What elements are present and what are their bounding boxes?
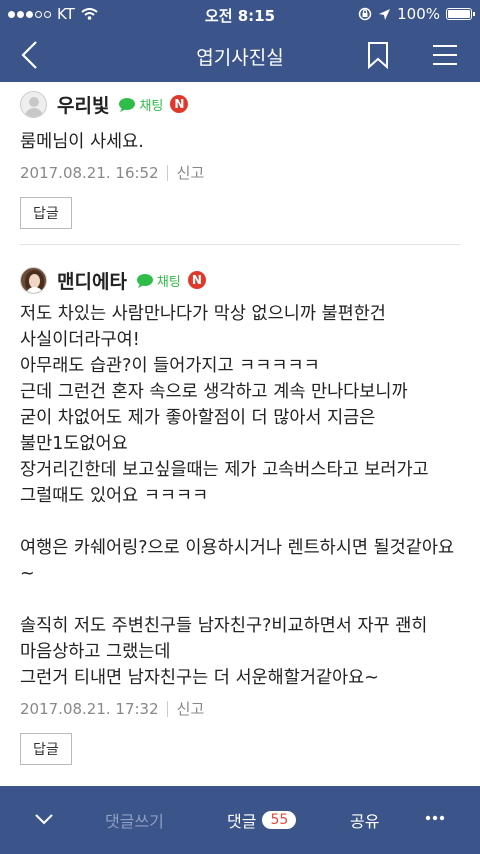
report-link[interactable]: 신고	[177, 162, 205, 183]
chat-label: 채팅	[139, 98, 164, 114]
status-bar: KT 오전 8:15 100%	[0, 0, 480, 28]
nav-bar: 엽기사진실	[0, 28, 480, 82]
reply-button[interactable]: 답글	[20, 733, 72, 765]
comment-text: 저도 차있는 사람만나다가 막상 없으니까 불편한건 사실이더라구여! 아무래도…	[20, 304, 455, 688]
comments-label: 댓글	[227, 812, 257, 831]
chat-icon	[119, 97, 136, 112]
meta-divider	[166, 164, 168, 181]
page-title: 엽기사진실	[196, 47, 284, 69]
chat-button[interactable]: 채팅	[118, 95, 163, 114]
comment-author-row: 우리빛 채팅 N	[20, 89, 460, 119]
chat-label: 채팅	[156, 274, 181, 290]
chevron-down-icon[interactable]	[34, 812, 54, 826]
avatar[interactable]	[20, 90, 47, 118]
author-name[interactable]: 우리빛	[57, 91, 109, 118]
comment-author-row: 맨디에타 채팅 N	[20, 265, 460, 295]
comment-date: 2017.08.21. 17:32	[20, 699, 159, 718]
chat-icon	[136, 273, 153, 288]
write-comment-button[interactable]: 댓글쓰기	[105, 808, 164, 832]
comments-button[interactable]: 댓글 55	[227, 808, 297, 832]
comment-count-badge: 55	[262, 811, 297, 829]
comment-text: 룸메님이 사세요.	[20, 132, 144, 152]
comment-divider	[20, 244, 460, 245]
location-icon	[379, 8, 391, 20]
menu-icon[interactable]	[432, 43, 458, 67]
battery-icon	[446, 8, 475, 20]
more-icon[interactable]	[425, 815, 445, 821]
author-name[interactable]: 맨디에타	[57, 267, 127, 294]
comment-list: 우리빛 채팅 N 룸메님이 사세요. 2017.08.21. 16:52 신고 …	[0, 82, 480, 786]
bottom-toolbar: 댓글쓰기 댓글 55 공유	[0, 786, 480, 854]
rotation-lock-icon	[358, 7, 372, 21]
meta-divider	[166, 700, 168, 717]
comment-meta: 2017.08.21. 17:32 신고	[20, 698, 460, 719]
battery-label: 100%	[397, 5, 440, 23]
share-button[interactable]: 공유	[350, 808, 379, 832]
chat-button[interactable]: 채팅	[136, 271, 181, 290]
avatar[interactable]	[20, 266, 47, 294]
new-badge: N	[170, 95, 189, 113]
bookmark-icon[interactable]	[365, 41, 391, 69]
comment-meta: 2017.08.21. 16:52 신고	[20, 162, 460, 183]
report-link[interactable]: 신고	[177, 698, 205, 719]
new-badge: N	[187, 271, 206, 289]
comment-date: 2017.08.21. 16:52	[20, 163, 159, 182]
reply-button[interactable]: 답글	[20, 197, 72, 229]
comment-item: 우리빛 채팅 N 룸메님이 사세요. 2017.08.21. 16:52 신고 …	[20, 89, 460, 229]
comment-item: 맨디에타 채팅 N 저도 차있는 사람만나다가 막상 없으니까 불편한건 사실이…	[20, 265, 460, 765]
